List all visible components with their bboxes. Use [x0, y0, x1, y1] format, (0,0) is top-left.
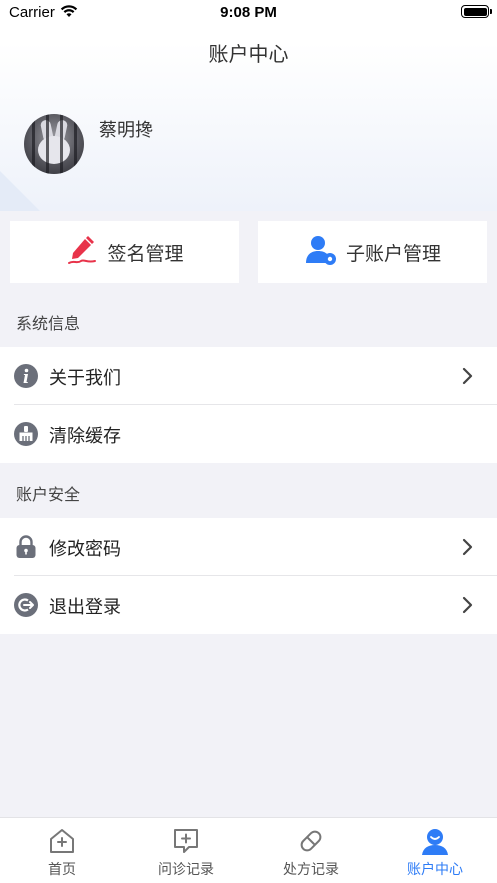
battery-icon [461, 5, 492, 18]
list-item-about-us[interactable]: 关于我们 [0, 347, 497, 405]
header-decoration [0, 171, 40, 211]
tab-label-consult-records: 问诊记录 [158, 862, 214, 878]
chevron-right-icon [461, 366, 475, 386]
tab-label-prescription-records: 处方记录 [283, 862, 339, 878]
logout-icon [14, 593, 38, 617]
tab-account-center[interactable]: 账户中心 [373, 818, 497, 883]
signature-management-button[interactable]: 签名管理 [10, 221, 239, 283]
about-us-label: 关于我们 [49, 368, 121, 389]
change-password-label: 修改密码 [49, 539, 121, 560]
tab-home[interactable]: 首页 [0, 818, 124, 883]
chevron-right-icon [461, 595, 475, 615]
sub-account-icon [304, 233, 338, 271]
list-item-change-password[interactable]: 修改密码 [0, 518, 497, 576]
consult-icon [171, 826, 201, 856]
tab-prescription-records[interactable]: 处方记录 [249, 818, 373, 883]
tab-bar: 首页 问诊记录 处方记录 账户中心 [0, 817, 497, 883]
sub-account-management-button[interactable]: 子账户管理 [258, 221, 487, 283]
system-info-list: 关于我们 清除缓存 [0, 347, 497, 463]
avatar[interactable] [24, 114, 84, 174]
signature-icon [65, 233, 99, 271]
tab-label-home: 首页 [48, 862, 76, 878]
user-name: 蔡明搀 [99, 120, 153, 141]
info-icon [14, 364, 38, 388]
sub-account-management-label: 子账户管理 [345, 242, 441, 265]
signature-management-label: 签名管理 [107, 242, 184, 265]
tab-consult-records[interactable]: 问诊记录 [124, 818, 248, 883]
logout-label: 退出登录 [49, 597, 121, 618]
header-background [0, 0, 497, 211]
broom-icon [14, 422, 38, 446]
pill-icon [296, 826, 326, 856]
clear-cache-label: 清除缓存 [49, 426, 121, 447]
list-item-clear-cache[interactable]: 清除缓存 [0, 405, 497, 463]
account-security-list: 修改密码 退出登录 [0, 518, 497, 634]
status-bar: Carrier 9:08 PM [0, 0, 497, 26]
list-item-logout[interactable]: 退出登录 [0, 576, 497, 634]
page-title: 账户中心 [208, 42, 289, 66]
lock-icon [14, 535, 38, 559]
tab-label-account-center: 账户中心 [407, 862, 463, 878]
account-icon [420, 826, 450, 856]
chevron-right-icon [461, 537, 475, 557]
home-icon [47, 826, 77, 856]
section-title-system: 系统信息 [16, 314, 81, 333]
section-title-security: 账户安全 [16, 485, 81, 504]
status-time: 9:08 PM [220, 4, 277, 21]
